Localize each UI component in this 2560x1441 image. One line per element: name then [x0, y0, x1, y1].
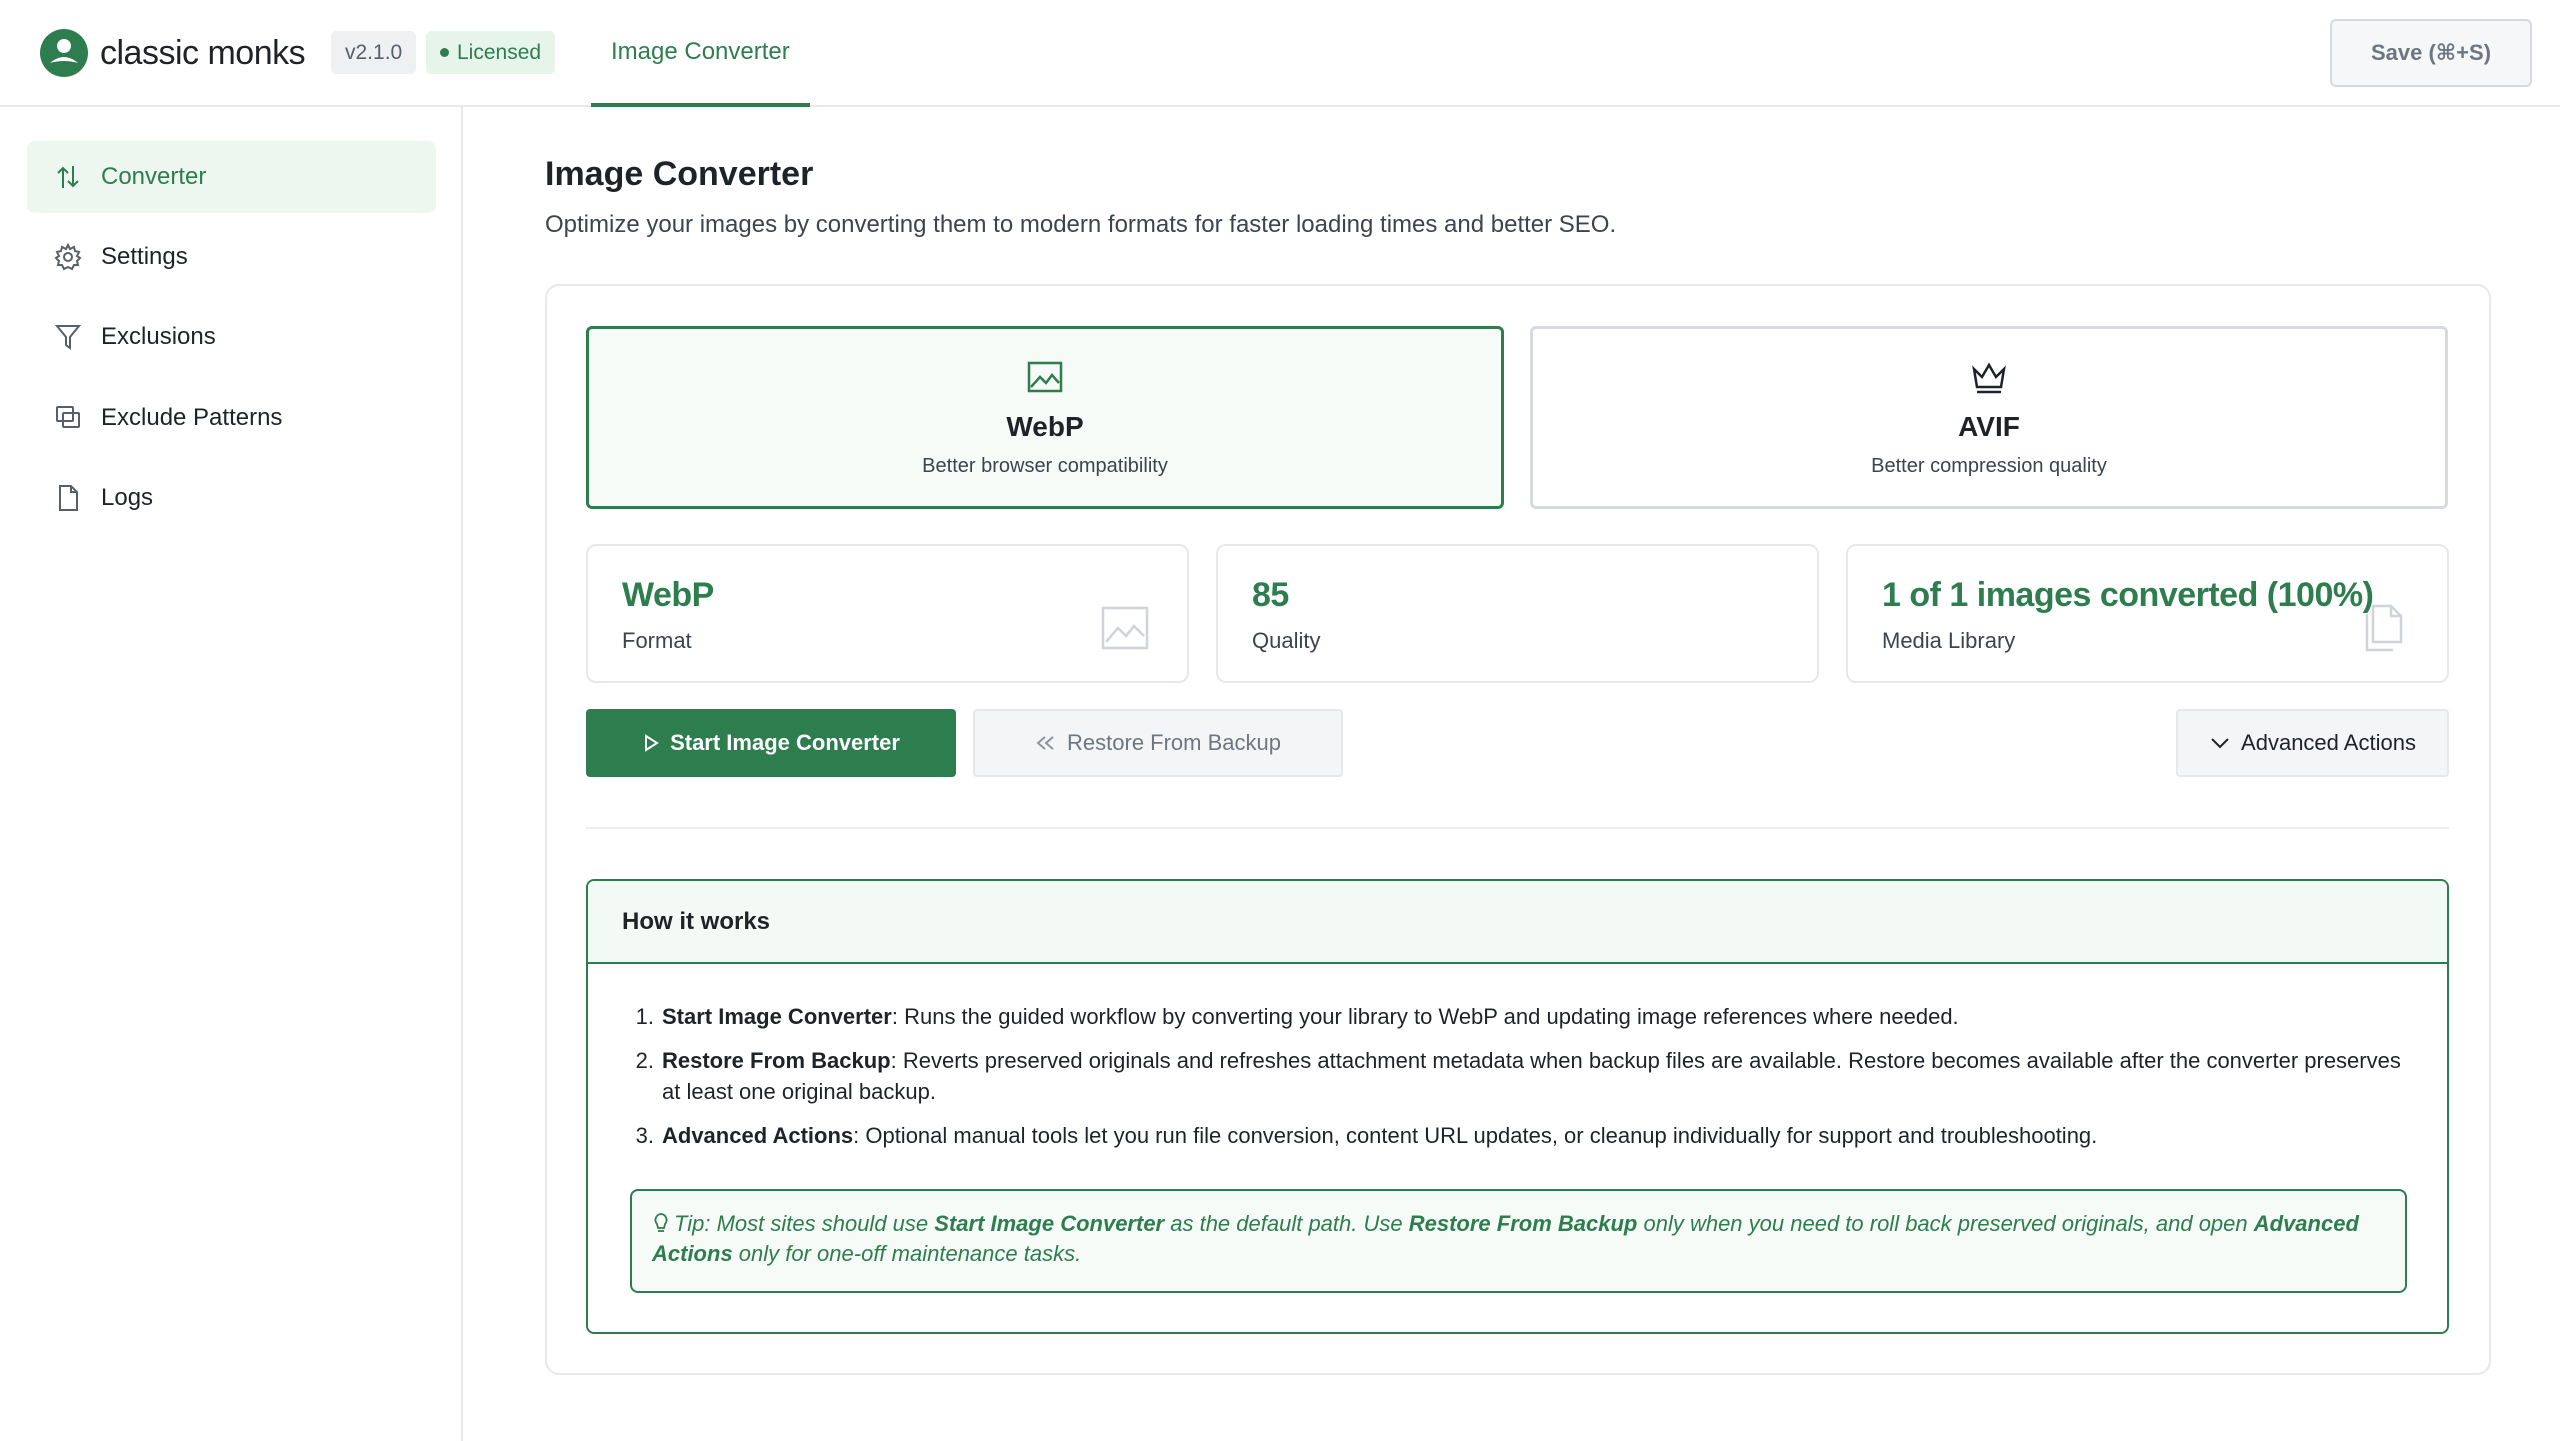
how-it-works-panel: How it works 1. Start Image Converter: R…: [586, 879, 2449, 1334]
tip-text: only when you need to roll back preserve…: [1637, 1211, 2254, 1236]
license-status: Licensed: [457, 41, 542, 64]
top-bar: classic monks v2.1.0 Licensed Image Conv…: [0, 0, 2560, 107]
tip-text: only for one-off maintenance tasks.: [732, 1241, 1082, 1266]
sidebar-item-exclusions[interactable]: Exclusions: [27, 301, 436, 373]
advanced-actions-button[interactable]: Advanced Actions: [2176, 709, 2449, 777]
crown-icon: [1972, 362, 2006, 394]
files-icon: [2365, 604, 2403, 652]
step-term: Restore From Backup: [662, 1048, 891, 1073]
step-text: Advanced Actions: Optional manual tools …: [662, 1120, 2097, 1151]
status-dot-icon: [440, 48, 449, 57]
play-icon: [642, 734, 660, 752]
divider: [586, 827, 2449, 829]
monk-logo-icon: [40, 29, 88, 77]
stat-value: WebP: [622, 576, 714, 614]
step-description: : Reverts preserved originals and refres…: [662, 1048, 2401, 1104]
stat-label: Media Library: [1882, 628, 2016, 653]
gear-icon: [54, 242, 82, 271]
button-label: Restore From Backup: [1067, 730, 1281, 755]
tab-image-converter[interactable]: Image Converter: [591, 0, 810, 107]
list-item: 2. Restore From Backup: Reverts preserve…: [622, 1045, 2412, 1107]
converter-icon: [57, 166, 79, 188]
format-name: WebP: [1006, 411, 1084, 442]
stat-value: 1 of 1 images converted (100%): [1882, 576, 2374, 614]
step-text: Start Image Converter: Runs the guided w…: [662, 1001, 1959, 1032]
format-name: AVIF: [1958, 411, 2020, 442]
stat-label: Quality: [1252, 628, 1321, 653]
step-text: Restore From Backup: Reverts preserved o…: [662, 1045, 2412, 1107]
tip-text: as the default path. Use: [1164, 1211, 1409, 1236]
license-badge: Licensed: [426, 31, 556, 74]
stat-format: WebP Format: [586, 544, 1189, 683]
step-number: 3.: [635, 1123, 654, 1148]
tip-term: Restore From Backup: [1408, 1211, 1638, 1236]
lightbulb-icon: [654, 1213, 668, 1232]
how-it-works-title: How it works: [588, 881, 2447, 964]
button-label: Start Image Converter: [670, 730, 900, 755]
brand-name: classic monks: [100, 33, 306, 72]
tip-text: Tip: Most sites should use: [674, 1211, 935, 1236]
image-icon: [1101, 606, 1149, 650]
sidebar-item-label: Logs: [101, 484, 154, 511]
format-description: Better compression quality: [1871, 455, 2107, 477]
start-image-converter-button[interactable]: Start Image Converter: [586, 709, 956, 777]
copy-icon: [56, 406, 80, 428]
format-option-webp[interactable]: WebP Better browser compatibility: [586, 326, 1504, 509]
step-term: Advanced Actions: [662, 1123, 854, 1148]
format-option-avif[interactable]: AVIF Better compression quality: [1530, 326, 2448, 509]
image-icon: [1027, 361, 1063, 393]
rewind-icon: [1035, 734, 1057, 752]
step-number: 2.: [635, 1048, 654, 1073]
sidebar-item-converter[interactable]: Converter: [27, 141, 436, 213]
sidebar: Converter Settings Exclusions Exclude Pa…: [0, 107, 463, 1441]
file-icon: [59, 485, 78, 511]
step-term: Start Image Converter: [662, 1004, 892, 1029]
page-description: Optimize your images by converting them …: [545, 211, 1617, 238]
sidebar-item-label: Settings: [101, 243, 188, 270]
version-badge: v2.1.0: [331, 31, 417, 74]
sidebar-item-exclude-patterns[interactable]: Exclude Patterns: [27, 382, 436, 454]
sidebar-item-logs[interactable]: Logs: [27, 462, 436, 534]
how-it-works-list: 1. Start Image Converter: Runs the guide…: [622, 1001, 2412, 1164]
chevron-down-icon: [2209, 734, 2231, 752]
step-description: : Optional manual tools let you run file…: [853, 1123, 2098, 1148]
filter-icon: [54, 325, 82, 350]
sidebar-item-settings[interactable]: Settings: [27, 221, 436, 293]
brand-logo[interactable]: classic monks: [40, 28, 306, 78]
format-description: Better browser compatibility: [922, 455, 1168, 477]
tip-box: Tip: Most sites should use Start Image C…: [630, 1189, 2407, 1293]
sidebar-item-label: Converter: [101, 163, 207, 190]
stat-media-library: 1 of 1 images converted (100%) Media Lib…: [1846, 544, 2449, 683]
step-number: 1.: [635, 1004, 654, 1029]
restore-from-backup-button[interactable]: Restore From Backup: [973, 709, 1343, 777]
stat-quality: 85 Quality: [1216, 544, 1819, 683]
list-item: 1. Start Image Converter: Runs the guide…: [622, 1001, 2412, 1032]
tip-term: Start Image Converter: [934, 1211, 1165, 1236]
button-label: Advanced Actions: [2241, 730, 2416, 755]
save-button[interactable]: Save (⌘+S): [2330, 19, 2532, 87]
step-description: : Runs the guided workflow by converting…: [891, 1004, 1959, 1029]
stat-value: 85: [1252, 576, 1289, 614]
stat-label: Format: [622, 628, 692, 653]
list-item: 3. Advanced Actions: Optional manual too…: [622, 1120, 2412, 1151]
sidebar-item-label: Exclude Patterns: [101, 404, 283, 431]
sidebar-item-label: Exclusions: [101, 323, 216, 350]
page-title: Image Converter: [545, 155, 814, 193]
